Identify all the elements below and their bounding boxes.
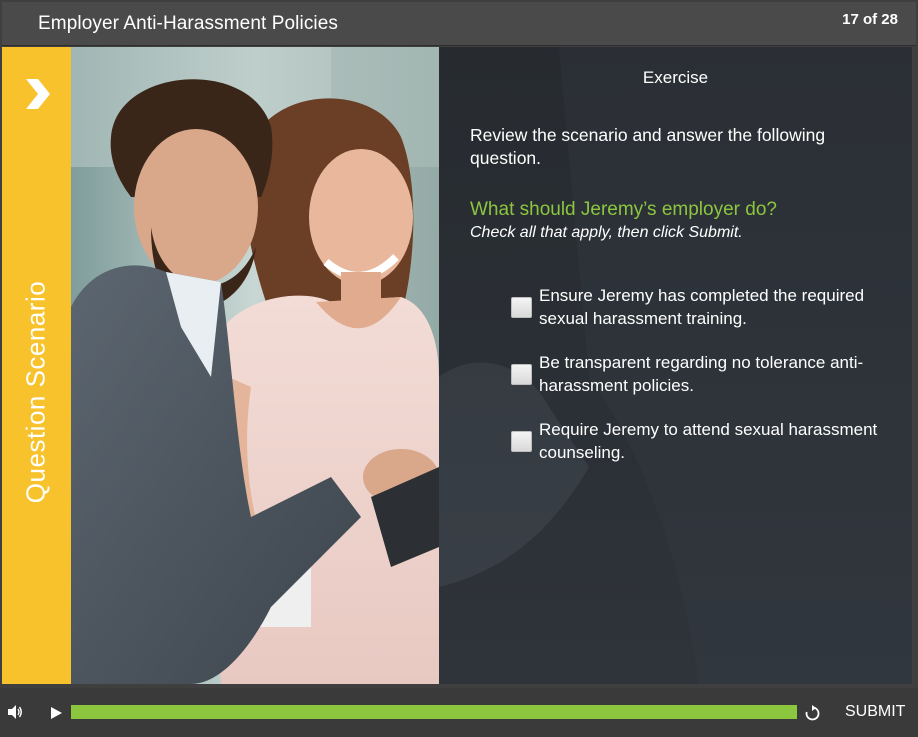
answer-label: Be transparent regarding no tolerance an… bbox=[539, 353, 864, 395]
replay-icon[interactable] bbox=[804, 705, 821, 722]
question-panel: Exercise Review the scenario and answer … bbox=[439, 47, 912, 684]
exercise-title: Exercise bbox=[642, 68, 709, 87]
question-text: What should Jeremy’s employer do? bbox=[470, 199, 777, 220]
hint-text: Check all that apply, then click Submit. bbox=[470, 224, 743, 241]
answer-option-3[interactable]: Require Jeremy to attend sexual harassme… bbox=[511, 418, 901, 464]
player-controls: SUBMIT bbox=[0, 688, 918, 737]
instructions-text: Review the scenario and answer the follo… bbox=[470, 125, 826, 168]
progress-bar[interactable] bbox=[71, 705, 797, 719]
progress-fill bbox=[71, 705, 797, 719]
course-title: Employer Anti-Harassment Policies bbox=[38, 13, 339, 34]
answer-option-1[interactable]: Ensure Jeremy has completed the required… bbox=[511, 284, 901, 330]
answer-checkbox[interactable] bbox=[511, 296, 532, 318]
answer-option-2[interactable]: Be transparent regarding no tolerance an… bbox=[511, 351, 901, 397]
player-header: Employer Anti-Harassment Policies 17 of … bbox=[2, 2, 916, 46]
scenario-photo bbox=[71, 47, 439, 684]
side-tab-label: Question Scenario bbox=[20, 280, 51, 504]
scenario-photo-illustration bbox=[71, 47, 439, 684]
submit-button[interactable]: SUBMIT bbox=[845, 703, 905, 721]
slide-counter: 17 of 28 bbox=[842, 11, 898, 28]
answer-label: Require Jeremy to attend sexual harassme… bbox=[539, 420, 878, 462]
chevron-right-icon bbox=[26, 79, 50, 109]
answer-label: Ensure Jeremy has completed the required… bbox=[539, 286, 865, 328]
answer-checkbox[interactable] bbox=[511, 430, 532, 452]
side-tab: Question Scenario bbox=[2, 47, 71, 684]
player-frame: Employer Anti-Harassment Policies 17 of … bbox=[0, 0, 918, 737]
play-icon[interactable] bbox=[49, 706, 63, 720]
slide-content: Question Scenario Exercise Review the sc… bbox=[2, 47, 912, 684]
answer-checkbox[interactable] bbox=[511, 363, 532, 385]
volume-icon[interactable] bbox=[7, 704, 23, 720]
